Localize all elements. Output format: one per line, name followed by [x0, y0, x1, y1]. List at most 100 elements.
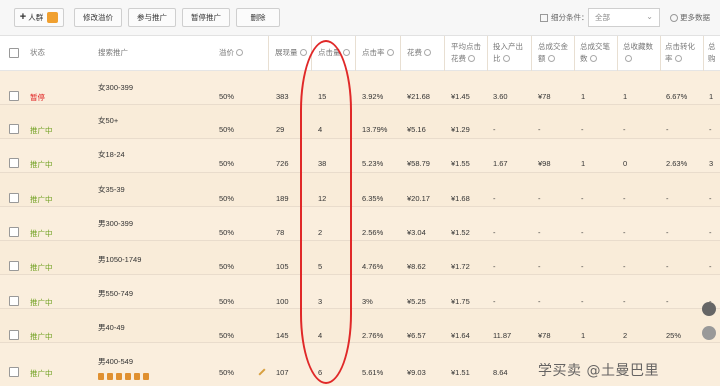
- report-icon[interactable]: [143, 373, 149, 380]
- help-icon[interactable]: [625, 55, 632, 62]
- row-checkbox[interactable]: [9, 193, 19, 203]
- row-cost: ¥5.25: [407, 297, 426, 306]
- help-icon[interactable]: [424, 49, 431, 56]
- help-icon[interactable]: [468, 55, 475, 62]
- copy-icon[interactable]: [107, 373, 113, 380]
- row-checkbox[interactable]: [9, 261, 19, 271]
- row-premium: 50%: [219, 297, 235, 306]
- filter-select[interactable]: 全部 ⌄: [588, 8, 660, 27]
- join-promotion-button[interactable]: 参与推广: [128, 8, 176, 27]
- row-checkbox[interactable]: [9, 124, 19, 134]
- row-impressions: 107: [276, 368, 289, 377]
- table-row[interactable]: 推广中 女18-24 50% 726 38 5.23% ¥58.79 ¥1.55…: [0, 139, 720, 173]
- help-icon[interactable]: [342, 49, 350, 56]
- row-status[interactable]: 推广中: [30, 368, 53, 379]
- row-tool-icons[interactable]: [98, 373, 149, 380]
- row-gmv: -: [538, 228, 541, 237]
- row-fav: -: [623, 297, 626, 306]
- row-cost: ¥3.04: [407, 228, 426, 237]
- chart-icon[interactable]: [134, 373, 140, 380]
- col-total-orders[interactable]: 总成交笔数: [580, 41, 610, 65]
- grid-icon: [540, 13, 548, 22]
- row-fav: 1: [623, 92, 628, 101]
- filter-label-text: 细分条件：: [551, 13, 589, 22]
- delete-icon[interactable]: [116, 373, 122, 380]
- add-crowd-button[interactable]: + 人群: [14, 8, 64, 27]
- row-status[interactable]: 暂停: [30, 92, 45, 103]
- row-status[interactable]: 推广中: [30, 125, 53, 136]
- link-icon[interactable]: [125, 373, 131, 380]
- edit-icon[interactable]: [98, 373, 104, 380]
- pencil-icon[interactable]: [258, 368, 266, 376]
- col-cost[interactable]: 花费: [407, 47, 431, 59]
- row-checkbox[interactable]: [9, 367, 19, 377]
- col-search-promo[interactable]: 搜索推广: [98, 47, 128, 59]
- table-row[interactable]: 暂停 女300-399 50% 383 15 3.92% ¥21.68 ¥1.4…: [0, 71, 720, 105]
- row-cart: -: [709, 262, 712, 271]
- row-conv: -: [666, 228, 669, 237]
- feedback-icon[interactable]: [702, 326, 716, 340]
- row-cpc: ¥1.75: [451, 297, 470, 306]
- help-icon[interactable]: [386, 49, 394, 56]
- row-orders: -: [581, 194, 584, 203]
- col-total-fav[interactable]: 总收藏数: [623, 41, 653, 65]
- row-ctr: 3.92%: [362, 92, 384, 101]
- modify-premium-button[interactable]: 修改溢价: [74, 8, 122, 27]
- row-checkbox[interactable]: [9, 296, 19, 306]
- row-cost: ¥58.79: [407, 159, 430, 168]
- row-orders: -: [581, 228, 584, 237]
- table-row[interactable]: 推广中 女35-39 50% 189 12 6.35% ¥20.17 ¥1.68…: [0, 173, 720, 207]
- col-avg-cpc-label-2: 花费: [451, 54, 466, 63]
- user-icon[interactable]: [702, 302, 716, 316]
- col-conv-rate-label-1: 点击转化: [665, 42, 695, 51]
- help-icon[interactable]: [502, 55, 510, 62]
- row-checkbox[interactable]: [9, 158, 19, 168]
- row-checkbox[interactable]: [9, 330, 19, 340]
- row-status[interactable]: 推广中: [30, 297, 53, 308]
- row-gmv: -: [538, 125, 541, 134]
- row-cart: 3: [709, 159, 714, 168]
- table-row[interactable]: 推广中 男300-399 50% 78 2 2.56% ¥3.04 ¥1.52 …: [0, 207, 720, 241]
- row-status[interactable]: 推广中: [30, 194, 53, 205]
- row-status[interactable]: 推广中: [30, 228, 53, 239]
- row-checkbox[interactable]: [9, 91, 19, 101]
- row-status[interactable]: 推广中: [30, 331, 53, 342]
- table-row[interactable]: 推广中 男1050-1749 50% 105 5 4.76% ¥8.62 ¥1.…: [0, 241, 720, 275]
- col-roi[interactable]: 投入产出比: [493, 41, 523, 65]
- row-orders: 1: [581, 159, 586, 168]
- row-status[interactable]: 推广中: [30, 159, 53, 170]
- help-icon[interactable]: [299, 49, 307, 56]
- col-conv-rate[interactable]: 点击转化率: [665, 41, 695, 65]
- row-roi: -: [493, 125, 496, 134]
- col-impressions[interactable]: 展现量: [275, 47, 307, 59]
- pause-promotion-button[interactable]: 暂停推广: [182, 8, 230, 27]
- row-ctr: 2.76%: [362, 331, 384, 340]
- table-row[interactable]: 推广中 男550-749 50% 100 3 3% ¥5.25 ¥1.75 - …: [0, 275, 720, 309]
- chevron-down-icon: ⌄: [646, 12, 653, 21]
- col-ctr[interactable]: 点击率: [362, 47, 394, 59]
- help-icon[interactable]: [236, 49, 243, 56]
- row-ctr: 5.23%: [362, 159, 384, 168]
- more-data-button[interactable]: 更多数据: [670, 12, 710, 23]
- row-cart: -: [709, 228, 712, 237]
- row-conv: -: [666, 194, 669, 203]
- help-icon[interactable]: [589, 55, 597, 62]
- help-icon[interactable]: [674, 55, 682, 62]
- row-gmv: ¥98: [538, 159, 551, 168]
- row-status[interactable]: 推广中: [30, 262, 53, 273]
- row-conv: -: [666, 125, 669, 134]
- row-checkbox[interactable]: [9, 227, 19, 237]
- row-premium: 50%: [219, 228, 235, 237]
- col-total-gmv[interactable]: 总成交金额: [538, 41, 568, 65]
- col-total-cart[interactable]: 总购: [708, 41, 720, 65]
- table-row[interactable]: 推广中 男40-49 50% 145 4 2.76% ¥6.57 ¥1.64 1…: [0, 309, 720, 343]
- col-status[interactable]: 状态: [30, 47, 45, 59]
- delete-button[interactable]: 删除: [236, 8, 280, 27]
- table-row[interactable]: 推广中 女50+ 50% 29 4 13.79% ¥5.16 ¥1.29 - -…: [0, 105, 720, 139]
- row-impressions: 726: [276, 159, 289, 168]
- select-all-checkbox[interactable]: [9, 48, 19, 58]
- help-icon[interactable]: [547, 55, 555, 62]
- col-premium[interactable]: 溢价: [219, 47, 243, 59]
- col-avg-cpc[interactable]: 平均点击 花费: [451, 41, 481, 65]
- row-keyword: 女300-399: [98, 83, 134, 92]
